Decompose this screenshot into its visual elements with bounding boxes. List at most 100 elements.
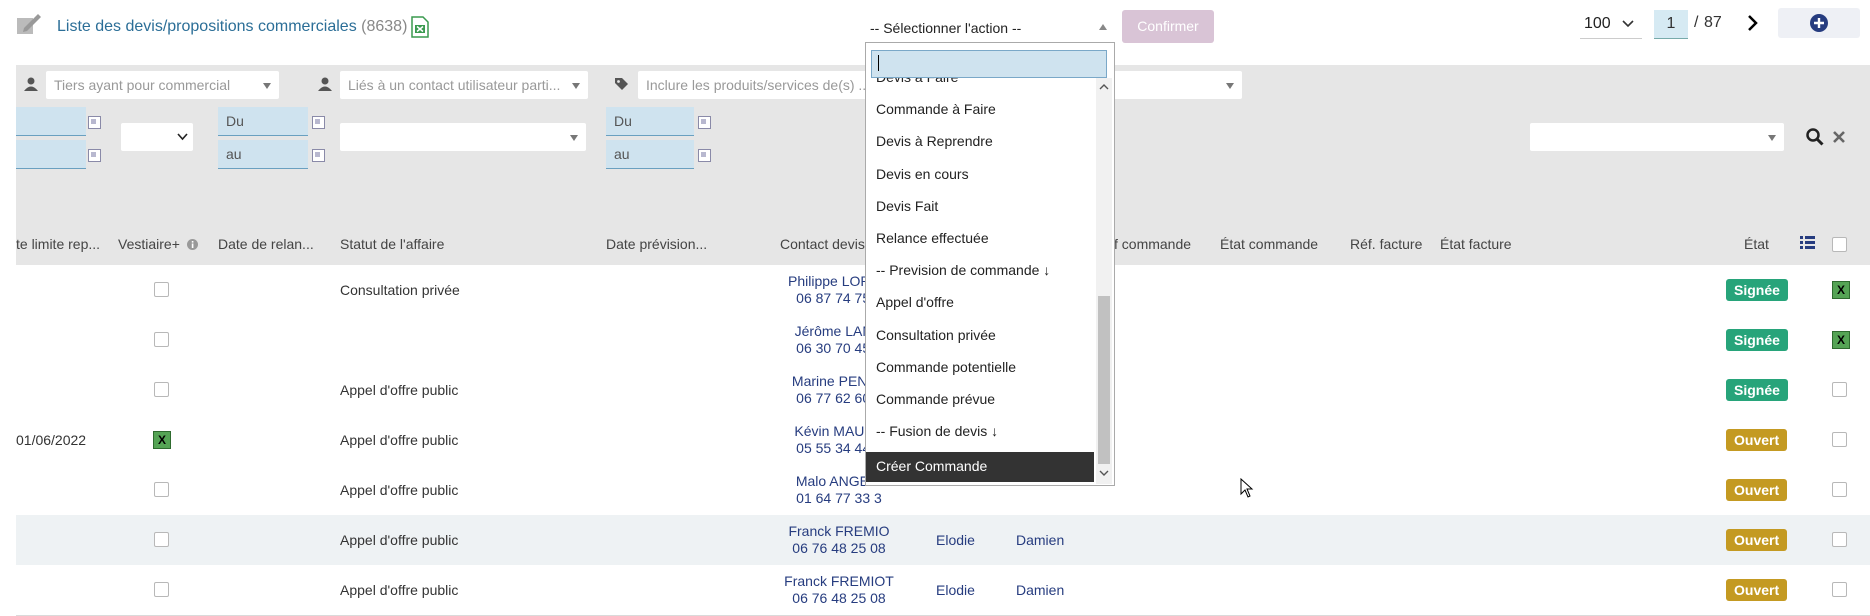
user-link[interactable]: Damien — [1016, 532, 1064, 548]
dropdown-option-highlighted[interactable]: Créer Commande — [866, 452, 1094, 482]
row-select-checkbox[interactable] — [1832, 432, 1847, 447]
calendar-icon[interactable] — [88, 149, 101, 162]
calendar-icon[interactable] — [312, 116, 325, 129]
caret-down-icon — [263, 83, 271, 89]
date-relance-from[interactable]: Du — [218, 107, 308, 136]
action-select-label: -- Sélectionner l'action -- — [870, 20, 1022, 36]
dropdown-option[interactable]: Commande à Faire — [876, 101, 996, 117]
date-to-label: au — [614, 146, 630, 162]
products-filter-placeholder: Inclure les produits/services de(s) ... — [646, 77, 871, 93]
scroll-down-icon[interactable] — [1099, 470, 1109, 477]
col-date-prevision[interactable]: Date prévision... — [606, 236, 707, 252]
vestiaire-checkbox-checked[interactable]: X — [153, 431, 171, 449]
date-prevision-to[interactable]: au — [606, 140, 694, 169]
action-select[interactable]: -- Sélectionner l'action -- — [865, 14, 1113, 42]
status-badge: Ouvert — [1726, 529, 1788, 551]
row-select-checkbox[interactable] — [1832, 482, 1847, 497]
row-select-checkbox[interactable] — [1832, 582, 1847, 597]
col-etat[interactable]: État — [1744, 236, 1769, 252]
vestiaire-select[interactable] — [121, 123, 193, 151]
table-row[interactable]: Appel d'offre public Franck FREMIO 06 76 4… — [16, 515, 1870, 566]
row-select-checkbox[interactable] — [1832, 382, 1847, 397]
date-relance-to[interactable]: au — [218, 140, 308, 169]
chevron-down-icon — [1622, 20, 1634, 28]
calendar-icon[interactable] — [312, 149, 325, 162]
contact-name[interactable]: Franck FREMIOT — [776, 573, 902, 590]
dropdown-option[interactable]: Devis à Reprendre — [876, 133, 993, 149]
etat-select[interactable] — [1530, 123, 1784, 151]
scroll-up-icon[interactable] — [1099, 83, 1109, 90]
dropdown-option[interactable]: Commande potentielle — [876, 359, 1016, 375]
dropdown-option[interactable]: -- Fusion de devis ↓ — [876, 423, 998, 439]
user-link[interactable]: Damien — [1016, 582, 1064, 598]
dropdown-option[interactable]: Devis à Faire — [876, 78, 958, 85]
dropdown-option[interactable]: Devis Fait — [876, 198, 938, 214]
vestiaire-checkbox[interactable] — [154, 282, 169, 297]
current-page-input[interactable]: 1 — [1654, 10, 1688, 39]
date-prevision-from[interactable]: Du — [606, 107, 694, 136]
dropdown-option[interactable]: Devis en cours — [876, 166, 969, 182]
col-date-limite[interactable]: te limite rep... — [16, 236, 100, 252]
status-badge: Ouvert — [1726, 429, 1788, 451]
dropdown-scroll-thumb[interactable] — [1098, 296, 1110, 464]
status-badge: Ouvert — [1726, 579, 1788, 601]
page-size-select[interactable]: 100 — [1580, 10, 1642, 39]
calendar-icon[interactable] — [698, 116, 711, 129]
contact-phone: 01 64 77 33 3 — [796, 490, 882, 506]
clear-filters-icon[interactable] — [1832, 130, 1846, 144]
col-etat-facture[interactable]: État facture — [1440, 236, 1512, 252]
statut-affaire-cell: Appel d'offre public — [340, 532, 459, 548]
user-link[interactable]: Elodie — [936, 532, 975, 548]
row-select-checkbox-checked[interactable]: X — [1832, 281, 1850, 299]
status-badge: Signée — [1726, 329, 1788, 351]
add-new-button[interactable] — [1778, 8, 1860, 38]
dropdown-option[interactable]: Appel d'offre — [876, 294, 954, 310]
caret-down-icon — [1226, 83, 1234, 89]
select-all-checkbox[interactable] — [1832, 237, 1847, 252]
tag-icon — [615, 78, 628, 90]
export-excel-icon[interactable] — [410, 16, 430, 38]
row-select-checkbox[interactable] — [1832, 532, 1847, 547]
vestiaire-checkbox[interactable] — [154, 332, 169, 347]
statut-affaire-cell: Appel d'offre public — [340, 482, 459, 498]
user-link[interactable]: Elodie — [936, 582, 975, 598]
col-ref-commande[interactable]: f commande — [1114, 236, 1191, 252]
vestiaire-checkbox[interactable] — [154, 532, 169, 547]
vestiaire-checkbox[interactable] — [154, 482, 169, 497]
col-vestiaire[interactable]: Vestiaire+ — [118, 236, 198, 252]
date-limite-cell: 01/06/2022 — [16, 432, 87, 448]
page-separator: / — [1694, 14, 1699, 31]
contact-devis-cell[interactable]: Franck FREMIO 06 76 48 25 08 — [776, 523, 902, 557]
contact-devis-cell[interactable]: Franck FREMIOT 06 76 48 25 08 — [776, 573, 902, 607]
calendar-icon[interactable] — [698, 149, 711, 162]
plus-circle-icon — [1810, 14, 1828, 32]
contact-user-filter[interactable]: Liés à un contact utilisateur parti... — [340, 71, 588, 99]
dropdown-option[interactable]: Relance effectuée — [876, 230, 989, 246]
col-contact-devis[interactable]: Contact devis — [780, 236, 865, 252]
vestiaire-checkbox[interactable] — [154, 382, 169, 397]
calendar-icon[interactable] — [88, 116, 101, 129]
status-badge: Signée — [1726, 379, 1788, 401]
commercial-filter[interactable]: Tiers ayant pour commercial — [46, 71, 279, 99]
col-etat-commande[interactable]: État commande — [1220, 236, 1318, 252]
date-limit-from[interactable] — [16, 107, 86, 136]
dropdown-option[interactable]: Consultation privée — [876, 327, 996, 343]
confirm-button[interactable]: Confirmer — [1122, 10, 1214, 43]
column-list-icon[interactable] — [1800, 236, 1815, 249]
col-statut-affaire[interactable]: Statut de l'affaire — [340, 236, 444, 252]
dropdown-option[interactable]: -- Prevision de commande ↓ — [876, 262, 1050, 278]
row-select-checkbox-checked[interactable]: X — [1832, 331, 1850, 349]
search-icon[interactable] — [1806, 128, 1824, 146]
next-page-icon[interactable] — [1744, 12, 1762, 34]
commercial-filter-placeholder: Tiers ayant pour commercial — [54, 77, 231, 93]
col-ref-facture[interactable]: Réf. facture — [1350, 236, 1422, 252]
col-date-relance[interactable]: Date de relan... — [218, 236, 314, 252]
vestiaire-checkbox[interactable] — [154, 582, 169, 597]
statut-affaire-select[interactable] — [340, 123, 586, 151]
chevron-up-icon — [1099, 24, 1107, 30]
date-to-label: au — [226, 146, 242, 162]
dropdown-option[interactable]: Commande prévue — [876, 391, 995, 407]
date-limit-to[interactable] — [16, 140, 86, 169]
dropdown-search-input[interactable] — [871, 50, 1107, 78]
contact-name[interactable]: Franck FREMIO — [776, 523, 902, 540]
